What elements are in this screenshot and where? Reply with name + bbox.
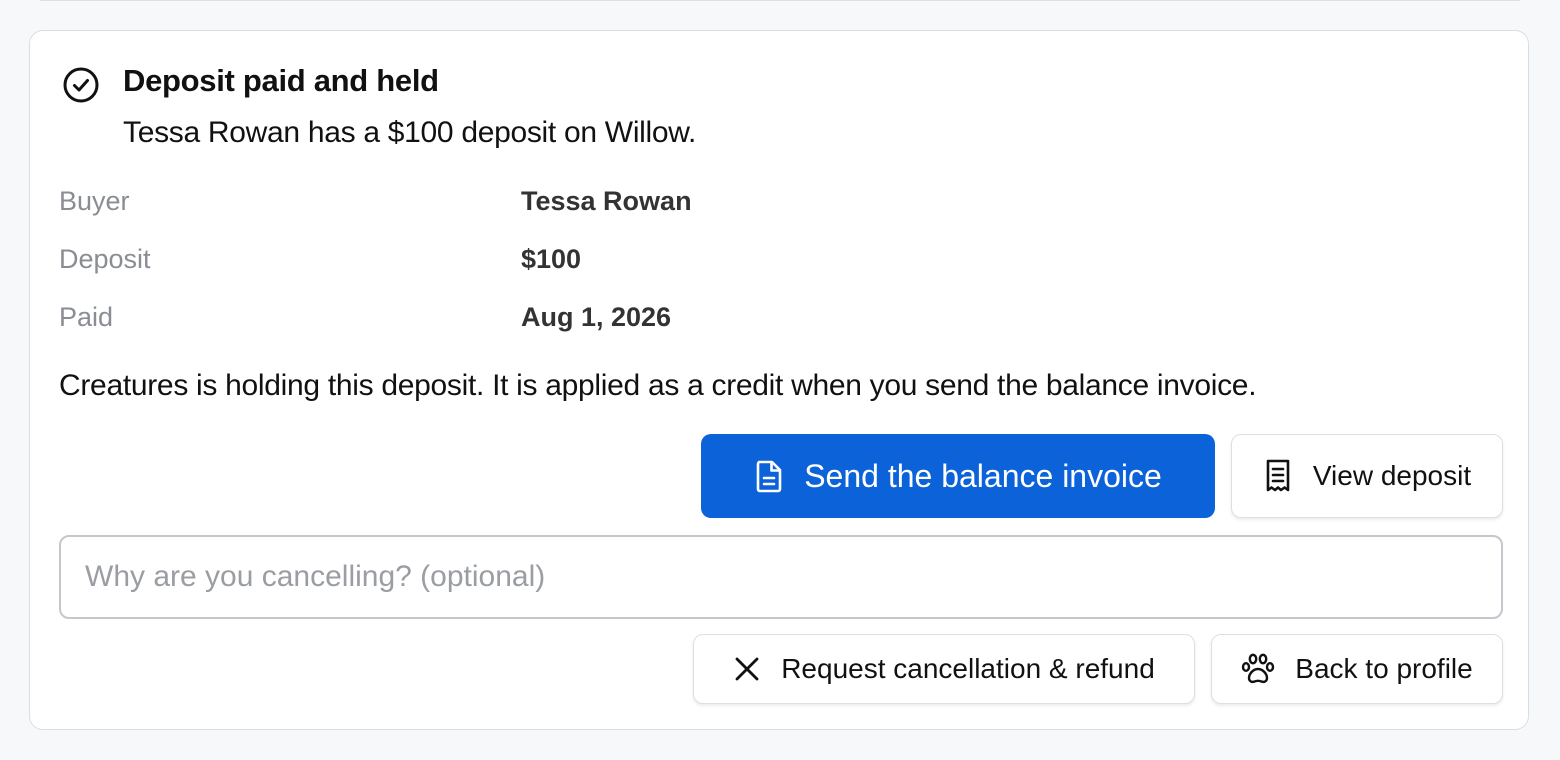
cancellation-reason-input[interactable]: [59, 535, 1503, 619]
view-deposit-button[interactable]: View deposit: [1231, 434, 1503, 518]
buyer-label: Buyer: [59, 186, 130, 216]
top-divider: [40, 0, 1520, 1]
document-icon: [754, 459, 784, 493]
request-cancellation-label: Request cancellation & refund: [781, 653, 1155, 684]
card-title: Deposit paid and held: [123, 63, 439, 98]
check-circle-icon: [62, 66, 100, 104]
send-balance-invoice-button[interactable]: Send the balance invoice: [701, 434, 1215, 518]
buyer-value: Tessa Rowan: [521, 186, 692, 216]
deposit-status-card: Deposit paid and held Tessa Rowan has a …: [29, 30, 1529, 730]
back-to-profile-label: Back to profile: [1295, 653, 1473, 684]
card-subtitle: Tessa Rowan has a $100 deposit on Willow…: [123, 116, 697, 149]
deposit-value: $100: [521, 244, 582, 274]
view-deposit-label: View deposit: [1312, 460, 1472, 491]
send-balance-invoice-label: Send the balance invoice: [804, 457, 1162, 494]
receipt-icon: [1263, 458, 1293, 494]
close-icon: [733, 655, 761, 683]
paw-icon: [1241, 653, 1275, 685]
paid-value: Aug 1, 2026: [521, 302, 672, 332]
deposit-label: Deposit: [59, 244, 151, 274]
request-cancellation-button[interactable]: Request cancellation & refund: [693, 634, 1195, 704]
paid-label: Paid: [59, 302, 114, 332]
back-to-profile-button[interactable]: Back to profile: [1211, 634, 1503, 704]
deposit-note: Creatures is holding this deposit. It is…: [59, 369, 1257, 402]
